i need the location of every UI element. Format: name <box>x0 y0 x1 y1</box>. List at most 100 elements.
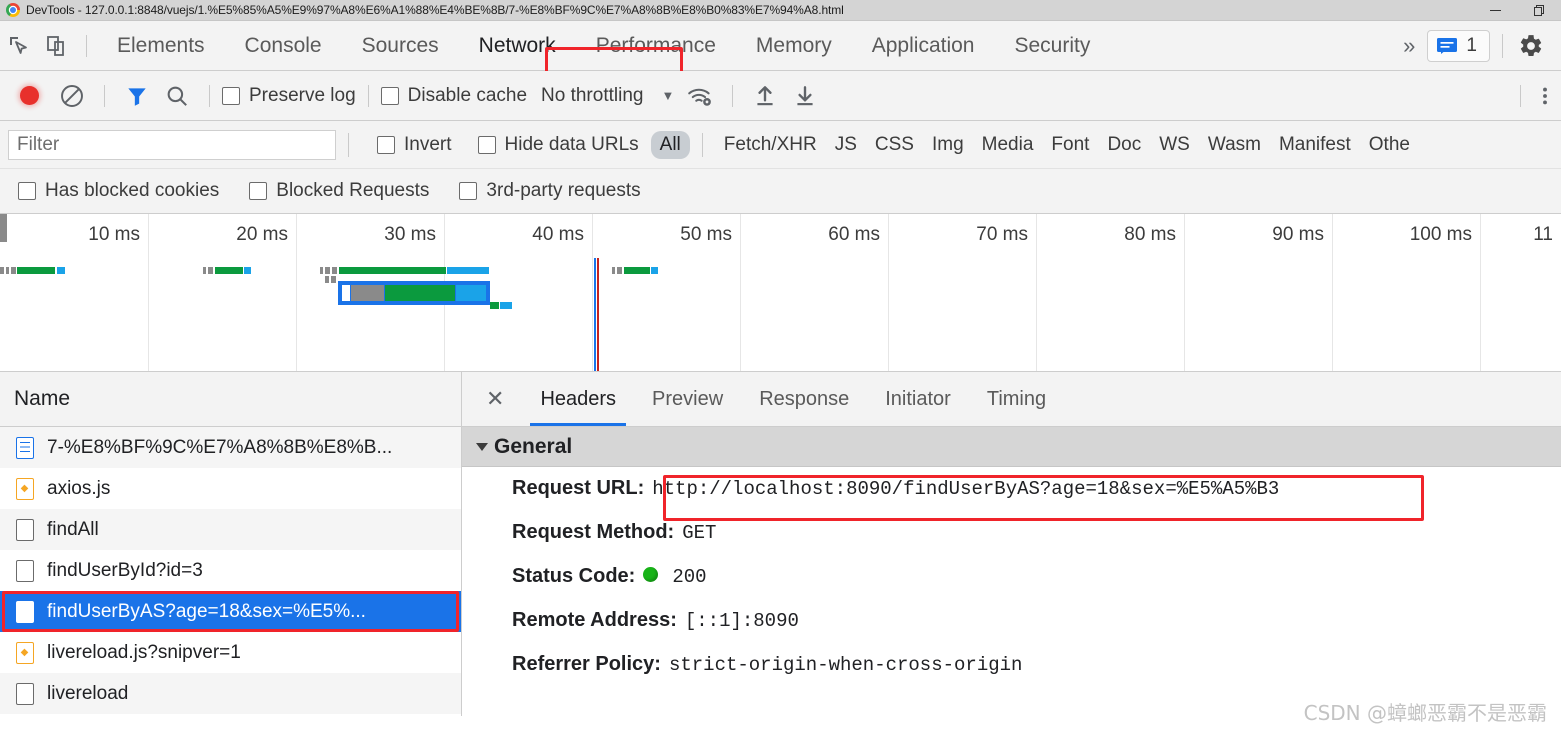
filter-input[interactable] <box>8 129 336 160</box>
waterfall-segment <box>325 267 330 274</box>
table-row-selected[interactable]: findUserByAS?age=18&sex=%E5%... <box>0 591 461 632</box>
third-party-requests-box[interactable] <box>459 182 478 200</box>
table-row[interactable]: findUserById?id=3 <box>0 550 461 591</box>
table-row[interactable]: ◆ livereload.js?snipver=1 <box>0 632 461 673</box>
chevron-down-icon[interactable] <box>476 442 488 451</box>
tab-preview[interactable]: Preview <box>634 372 741 426</box>
generic-file-icon <box>14 518 35 542</box>
table-row[interactable]: findAll <box>0 509 461 550</box>
type-filter-font[interactable]: Font <box>1042 131 1098 159</box>
column-header-name: Name <box>14 387 71 410</box>
waterfall-segment <box>11 267 16 274</box>
overflow-menu-icon[interactable] <box>1525 76 1561 116</box>
tab-security[interactable]: Security <box>994 21 1110 70</box>
tab-timing[interactable]: Timing <box>969 372 1064 426</box>
waterfall-segment <box>490 302 499 309</box>
remote-address-value: [::1]:8090 <box>684 610 799 632</box>
tab-console[interactable]: Console <box>225 21 342 70</box>
has-blocked-cookies-label: Has blocked cookies <box>45 180 220 201</box>
toolbar-divider-6 <box>732 84 734 107</box>
type-filter-media[interactable]: Media <box>973 131 1043 159</box>
search-icon[interactable] <box>157 76 197 116</box>
generic-file-icon <box>14 559 35 583</box>
blocked-requests-checkbox[interactable]: Blocked Requests <box>249 180 429 202</box>
request-method-label: Request Method: <box>512 521 675 543</box>
generic-file-icon <box>14 600 35 624</box>
general-section-title: General <box>494 434 573 458</box>
disable-cache-checkbox[interactable]: Disable cache <box>380 85 527 107</box>
type-filter-wasm[interactable]: Wasm <box>1199 131 1270 159</box>
preserve-log-checkbox[interactable]: Preserve log <box>222 85 356 107</box>
general-section-header[interactable]: General <box>462 427 1561 467</box>
resource-type-filters: All Fetch/XHR JS CSS Img Media Font Doc … <box>650 130 1419 159</box>
tab-elements[interactable]: Elements <box>97 21 225 70</box>
invert-checkbox[interactable]: Invert <box>377 134 452 156</box>
tab-sources[interactable]: Sources <box>342 21 459 70</box>
type-filter-doc[interactable]: Doc <box>1098 131 1150 159</box>
has-blocked-cookies-checkbox[interactable]: Has blocked cookies <box>18 180 219 202</box>
request-details-pane: ✕ Headers Preview Response Initiator Tim… <box>462 372 1561 716</box>
minimize-button[interactable] <box>1473 0 1517 21</box>
overview-tick-40ms: 40 ms <box>532 224 584 245</box>
device-toolbar-icon[interactable] <box>38 27 76 65</box>
request-name: findAll <box>47 518 99 540</box>
export-har-icon[interactable] <box>785 76 825 116</box>
clear-icon[interactable] <box>52 76 92 116</box>
messages-button[interactable]: 1 <box>1427 29 1490 62</box>
third-party-requests-checkbox[interactable]: 3rd-party requests <box>459 180 641 202</box>
waterfall-segment <box>57 267 65 274</box>
hide-data-urls-checkbox[interactable]: Hide data URLs <box>477 134 639 156</box>
type-filter-css[interactable]: CSS <box>866 131 923 159</box>
request-list-header[interactable]: Name <box>0 372 461 427</box>
gear-icon[interactable] <box>1515 27 1553 65</box>
import-har-icon[interactable] <box>745 76 785 116</box>
type-filter-other[interactable]: Othe <box>1360 131 1419 159</box>
more-tabs-icon[interactable]: » <box>1389 33 1427 59</box>
referrer-policy-field: Referrer Policy: strict-origin-when-cros… <box>512 653 1561 697</box>
request-name: 7-%E8%BF%9C%E7%A8%8B%E8%B... <box>47 436 393 458</box>
table-row[interactable]: 7-%E8%BF%9C%E7%A8%8B%E8%B... <box>0 427 461 468</box>
type-filter-fetch-xhr[interactable]: Fetch/XHR <box>715 131 826 159</box>
tab-response[interactable]: Response <box>741 372 867 426</box>
request-method-field: Request Method: GET <box>512 521 1561 565</box>
wifi-settings-icon[interactable] <box>680 76 720 116</box>
waterfall-segment <box>447 267 489 274</box>
invert-box[interactable] <box>377 135 395 154</box>
overview-tick-110ms: 11 <box>1533 224 1553 245</box>
generic-file-icon <box>14 682 35 706</box>
tab-headers[interactable]: Headers <box>522 372 634 426</box>
network-panes: Name 7-%E8%BF%9C%E7%A8%8B%E8%B... ◆ axio… <box>0 372 1561 716</box>
referrer-policy-value: strict-origin-when-cross-origin <box>668 654 1023 676</box>
table-row[interactable]: ◆ axios.js <box>0 468 461 509</box>
tab-application[interactable]: Application <box>852 21 995 70</box>
tab-memory[interactable]: Memory <box>736 21 852 70</box>
throttling-select[interactable]: No throttling <box>541 85 643 107</box>
disable-cache-box[interactable] <box>380 86 399 105</box>
record-button-icon[interactable] <box>20 86 39 105</box>
tab-network[interactable]: Network <box>459 21 576 70</box>
chevron-down-icon[interactable]: ▼ <box>661 88 674 103</box>
waterfall-segment <box>244 267 251 274</box>
type-filter-img[interactable]: Img <box>923 131 973 159</box>
filter-funnel-icon[interactable] <box>117 76 157 116</box>
load-event-line <box>597 258 599 371</box>
inspect-element-icon[interactable] <box>0 27 38 65</box>
maximize-button[interactable] <box>1517 0 1561 21</box>
close-icon[interactable]: ✕ <box>478 386 522 412</box>
type-filter-manifest[interactable]: Manifest <box>1270 131 1360 159</box>
filter-bar: Invert Hide data URLs All Fetch/XHR JS C… <box>0 121 1561 169</box>
type-filter-all[interactable]: All <box>650 130 690 159</box>
tab-performance[interactable]: Performance <box>576 21 736 70</box>
toolbar-divider <box>86 34 87 57</box>
blocked-requests-box[interactable] <box>249 182 268 200</box>
table-row[interactable]: livereload <box>0 673 461 714</box>
messages-count: 1 <box>1466 34 1477 56</box>
has-blocked-cookies-box[interactable] <box>18 182 36 200</box>
tab-initiator[interactable]: Initiator <box>867 372 969 426</box>
type-divider <box>701 132 703 157</box>
type-filter-js[interactable]: JS <box>826 131 866 159</box>
preserve-log-box[interactable] <box>222 86 240 105</box>
type-filter-ws[interactable]: WS <box>1150 131 1199 159</box>
network-overview-timeline[interactable]: 10 ms 20 ms 30 ms 40 ms 50 ms 60 ms 70 m… <box>0 214 1561 372</box>
hide-data-urls-box[interactable] <box>477 135 496 154</box>
